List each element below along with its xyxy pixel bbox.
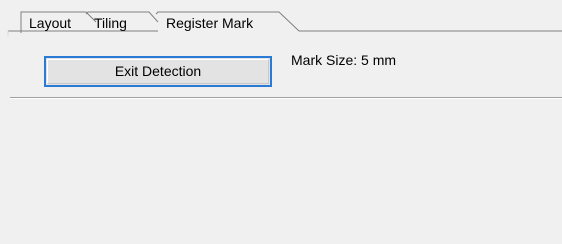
- tab-register-mark[interactable]: Register Mark: [166, 15, 253, 31]
- exit-detection-label: Exit Detection: [114, 63, 202, 79]
- mark-size-value: 5 mm: [361, 52, 397, 68]
- tab-strip: Layout Tiling Register Mark: [0, 0, 562, 36]
- mark-size-readout: Mark Size: 5 mm: [291, 52, 396, 68]
- register-mark-panel: Exit Detection Mark Size: 5 mm: [8, 31, 562, 244]
- mark-size-label: Mark Size:: [291, 52, 358, 68]
- tab-layout[interactable]: Layout: [29, 15, 71, 31]
- exit-detection-button[interactable]: Exit Detection: [44, 56, 272, 87]
- panel-divider: [10, 97, 562, 99]
- tab-tiling[interactable]: Tiling: [94, 15, 127, 31]
